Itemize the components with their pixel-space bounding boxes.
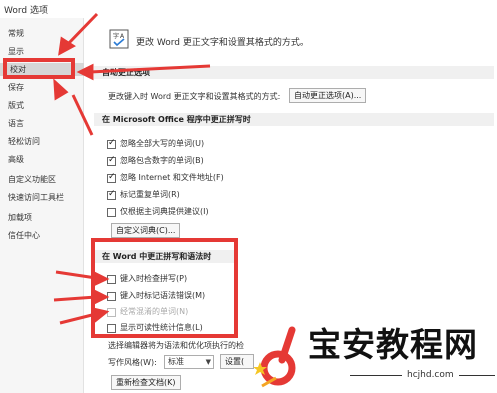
ignore-numbers-checkbox[interactable] <box>107 155 116 166</box>
watermark-title: 宝安教程网 <box>308 325 478 364</box>
office-spelling-section-heading: 在 Microsoft Office 程序中更正拼写时 <box>94 113 494 126</box>
sidebar-item-display[interactable]: 显示 <box>8 45 24 58</box>
editor-checks-note: 选择编辑器将为语法和优化项执行的检 <box>108 341 244 350</box>
site-watermark: 宝安教程网 hcjhd.com <box>254 322 497 393</box>
sidebar-item-advanced[interactable]: 高级 <box>8 153 24 166</box>
ignore-uppercase-checkbox[interactable] <box>107 138 116 149</box>
site-logo-icon <box>254 326 296 388</box>
main-dictionary-only-checkbox[interactable] <box>107 208 116 217</box>
window-title: Word 选项 <box>4 6 48 16</box>
sidebar-item-add-ins[interactable]: 加载项 <box>8 211 32 224</box>
ignore-numbers-label: 忽略包含数字的单词(B) <box>120 156 204 165</box>
writing-style-label: 写作风格(W): <box>108 358 157 367</box>
sidebar-item-layout[interactable]: 版式 <box>8 99 24 112</box>
writing-style-settings-button[interactable]: 设置( <box>220 354 254 369</box>
flag-repeated-words-checkbox[interactable] <box>107 189 116 200</box>
annotation-highlight-word-section <box>91 238 238 338</box>
watermark-divider-left <box>350 375 402 376</box>
chevron-down-icon: ▼ <box>205 358 211 366</box>
annotation-highlight-proofing-tab <box>3 58 75 79</box>
ignore-internet-addresses-checkbox[interactable] <box>107 172 116 183</box>
window-titlebar: Word 选项 <box>0 0 497 18</box>
sidebar-item-accessibility[interactable]: 轻松访问 <box>8 135 40 148</box>
sidebar-item-trust-center[interactable]: 信任中心 <box>8 229 40 242</box>
sidebar-item-language[interactable]: 语言 <box>8 117 24 130</box>
ignore-uppercase-label: 忽略全部大写的单词(U) <box>120 139 205 148</box>
page-description: 更改 Word 更正文字和设置其格式的方式。 <box>136 38 309 48</box>
autocorrect-section-heading: 自动更正选项 <box>94 66 494 79</box>
svg-text:字: 字 <box>113 32 119 40</box>
proofing-abc-check-icon: 字 A <box>109 29 129 49</box>
writing-style-value: 标准 <box>168 357 184 366</box>
watermark-divider-right <box>459 375 495 376</box>
autocorrect-description: 更改键入时 Word 更正文字和设置其格式的方式: <box>108 92 281 101</box>
sidebar-item-customize-ribbon[interactable]: 自定义功能区 <box>8 173 56 186</box>
custom-dictionaries-button[interactable]: 自定义词典(C)... <box>111 223 181 238</box>
writing-style-select[interactable]: 标准 ▼ <box>164 355 214 369</box>
recheck-document-button[interactable]: 重新检查文档(K) <box>111 375 181 390</box>
flag-repeated-words-label: 标记重复单词(R) <box>120 190 180 199</box>
sidebar-item-save[interactable]: 保存 <box>8 81 24 94</box>
sidebar-item-quick-access-toolbar[interactable]: 快速访问工具栏 <box>8 191 64 204</box>
ignore-internet-addresses-label: 忽略 Internet 和文件地址(F) <box>120 173 224 182</box>
watermark-url: hcjhd.com <box>407 370 454 380</box>
main-dictionary-only-label: 仅根据主词典提供建议(I) <box>120 207 209 216</box>
sidebar-item-general[interactable]: 常规 <box>8 27 24 40</box>
autocorrect-options-button[interactable]: 自动更正选项(A)... <box>289 88 367 103</box>
